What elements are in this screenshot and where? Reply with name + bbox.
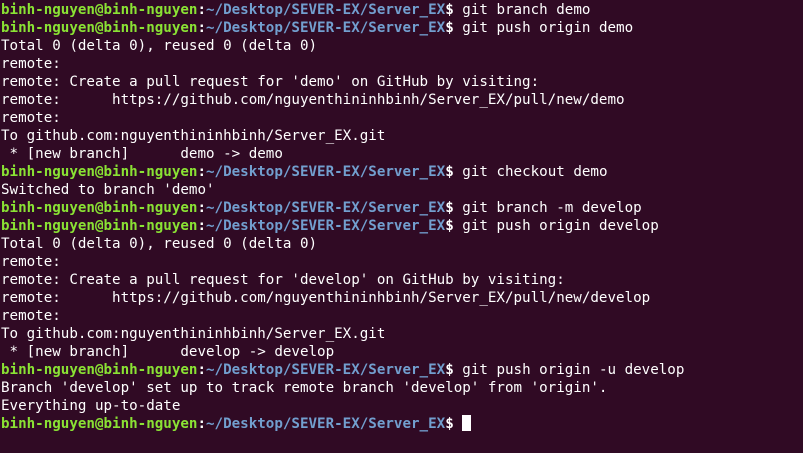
- prompt-user-host: binh-nguyen@binh-nguyen: [1, 2, 198, 18]
- output-line: remote:: [1, 109, 803, 127]
- output-line: Branch 'develop' set up to track remote …: [1, 379, 803, 397]
- output-line: To github.com:nguyenthininhbinh/Server_E…: [1, 325, 803, 343]
- output-text: remote: Create a pull request for 'devel…: [1, 272, 565, 288]
- prompt-dollar: $: [445, 20, 454, 36]
- output-line: Total 0 (delta 0), reused 0 (delta 0): [1, 37, 803, 55]
- prompt-colon: :: [197, 20, 207, 36]
- command-text: git checkout demo: [453, 164, 608, 180]
- command-text: [454, 416, 463, 432]
- command-text: git branch -m develop: [453, 200, 642, 216]
- prompt-colon: :: [197, 200, 207, 216]
- prompt-user-host: binh-nguyen@binh-nguyen: [1, 218, 198, 234]
- output-text: remote:: [1, 110, 61, 126]
- prompt-path: ~/Desktop/SEVER-EX/Server_EX: [206, 2, 446, 18]
- command-text: git push origin develop: [453, 218, 659, 234]
- output-text: remote:: [1, 254, 61, 270]
- prompt-line: binh-nguyen@binh-nguyen:~/Desktop/SEVER-…: [1, 415, 803, 433]
- output-text: Total 0 (delta 0), reused 0 (delta 0): [1, 38, 318, 54]
- output-text: Everything up-to-date: [1, 398, 181, 414]
- prompt-user-host: binh-nguyen@binh-nguyen: [1, 164, 198, 180]
- command-text: git branch demo: [453, 2, 591, 18]
- prompt-line: binh-nguyen@binh-nguyen:~/Desktop/SEVER-…: [1, 361, 803, 379]
- prompt-dollar: $: [445, 416, 454, 432]
- prompt-colon: :: [197, 416, 207, 432]
- output-line: remote: https://github.com/nguyenthininh…: [1, 289, 803, 307]
- prompt-user-host: binh-nguyen@binh-nguyen: [1, 20, 198, 36]
- prompt-line: binh-nguyen@binh-nguyen:~/Desktop/SEVER-…: [1, 199, 803, 217]
- prompt-colon: :: [197, 218, 207, 234]
- prompt-user-host: binh-nguyen@binh-nguyen: [1, 200, 198, 216]
- prompt-user-host: binh-nguyen@binh-nguyen: [1, 362, 198, 378]
- output-line: remote:: [1, 307, 803, 325]
- prompt-path: ~/Desktop/SEVER-EX/Server_EX: [206, 362, 446, 378]
- prompt-path: ~/Desktop/SEVER-EX/Server_EX: [206, 20, 446, 36]
- output-line: Total 0 (delta 0), reused 0 (delta 0): [1, 235, 803, 253]
- output-text: To github.com:nguyenthininhbinh/Server_E…: [1, 128, 386, 144]
- prompt-colon: :: [197, 362, 207, 378]
- output-text: remote: Create a pull request for 'demo'…: [1, 74, 540, 90]
- prompt-user-host: binh-nguyen@binh-nguyen: [1, 416, 198, 432]
- command-text: git push origin -u develop: [453, 362, 685, 378]
- output-line: Switched to branch 'demo': [1, 181, 803, 199]
- output-text: Switched to branch 'demo': [1, 182, 215, 198]
- prompt-path: ~/Desktop/SEVER-EX/Server_EX: [206, 164, 446, 180]
- output-text: remote: https://github.com/nguyenthininh…: [1, 290, 651, 306]
- output-line: Everything up-to-date: [1, 397, 803, 415]
- output-text: * [new branch] demo -> demo: [1, 146, 283, 162]
- output-line: remote:: [1, 253, 803, 271]
- output-text: Total 0 (delta 0), reused 0 (delta 0): [1, 236, 318, 252]
- prompt-line: binh-nguyen@binh-nguyen:~/Desktop/SEVER-…: [1, 217, 803, 235]
- prompt-dollar: $: [445, 2, 454, 18]
- text-cursor[interactable]: [462, 415, 472, 431]
- prompt-colon: :: [197, 2, 207, 18]
- prompt-dollar: $: [445, 200, 454, 216]
- output-line: * [new branch] demo -> demo: [1, 145, 803, 163]
- prompt-dollar: $: [445, 164, 454, 180]
- command-text: git push origin demo: [453, 20, 634, 36]
- output-line: remote: Create a pull request for 'demo'…: [1, 73, 803, 91]
- prompt-line: binh-nguyen@binh-nguyen:~/Desktop/SEVER-…: [1, 1, 803, 19]
- output-line: remote:: [1, 55, 803, 73]
- prompt-dollar: $: [445, 362, 454, 378]
- terminal-window[interactable]: binh-nguyen@binh-nguyen:~/Desktop/SEVER-…: [0, 0, 803, 453]
- output-line: * [new branch] develop -> develop: [1, 343, 803, 361]
- prompt-path: ~/Desktop/SEVER-EX/Server_EX: [206, 218, 446, 234]
- output-line: remote: Create a pull request for 'devel…: [1, 271, 803, 289]
- output-line: remote: https://github.com/nguyenthininh…: [1, 91, 803, 109]
- output-text: remote: https://github.com/nguyenthininh…: [1, 92, 625, 108]
- output-text: * [new branch] develop -> develop: [1, 344, 335, 360]
- output-text: remote:: [1, 308, 61, 324]
- prompt-path: ~/Desktop/SEVER-EX/Server_EX: [206, 416, 446, 432]
- prompt-dollar: $: [445, 218, 454, 234]
- prompt-line: binh-nguyen@binh-nguyen:~/Desktop/SEVER-…: [1, 163, 803, 181]
- prompt-path: ~/Desktop/SEVER-EX/Server_EX: [206, 200, 446, 216]
- output-text: remote:: [1, 56, 61, 72]
- prompt-colon: :: [197, 164, 207, 180]
- prompt-line: binh-nguyen@binh-nguyen:~/Desktop/SEVER-…: [1, 19, 803, 37]
- output-text: Branch 'develop' set up to track remote …: [1, 380, 608, 396]
- output-text: To github.com:nguyenthininhbinh/Server_E…: [1, 326, 386, 342]
- output-line: To github.com:nguyenthininhbinh/Server_E…: [1, 127, 803, 145]
